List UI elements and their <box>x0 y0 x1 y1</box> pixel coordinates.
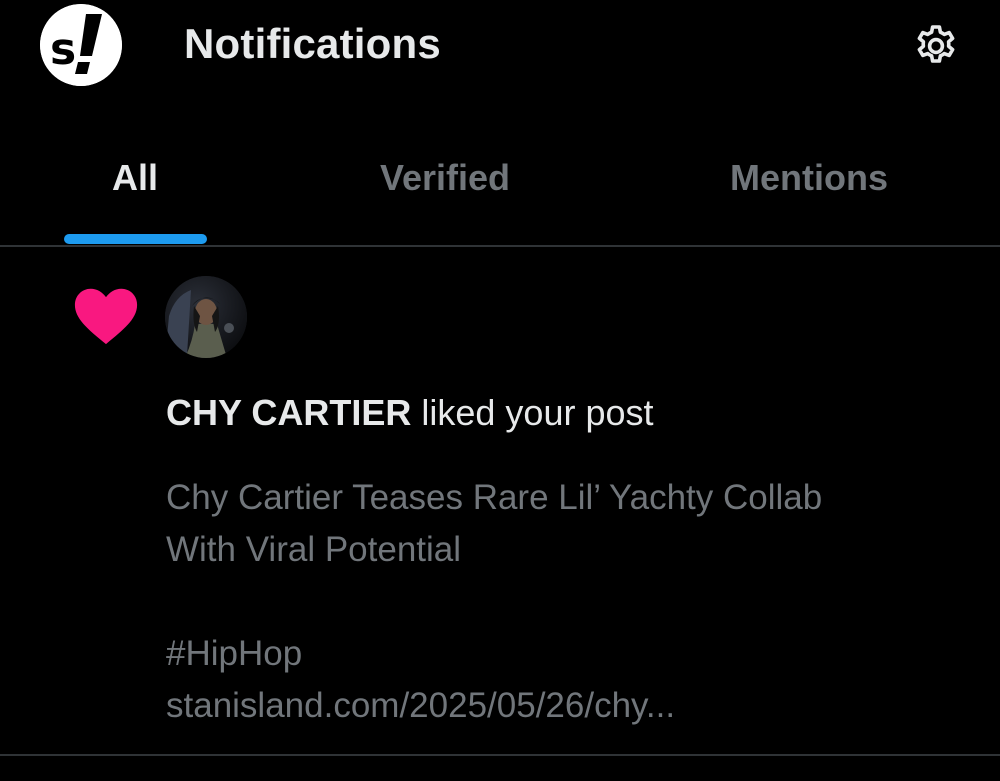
tab-mentions[interactable]: Mentions <box>730 156 888 200</box>
notification-text: CHY CARTIER liked your post <box>166 390 654 436</box>
tabs-divider <box>0 245 1000 247</box>
active-tab-indicator <box>64 234 207 244</box>
post-preview[interactable]: Chy Cartier Teases Rare Lil’ Yachty Coll… <box>166 472 956 732</box>
tab-all[interactable]: All <box>112 156 158 200</box>
post-text-line: With Viral Potential <box>166 530 462 569</box>
notification-divider <box>0 754 1000 756</box>
heart-icon <box>73 286 139 346</box>
notification-action: liked your post <box>421 392 654 433</box>
notification-item[interactable]: CHY CARTIER liked your post Chy Cartier … <box>0 248 1000 754</box>
tab-verified[interactable]: Verified <box>380 156 510 200</box>
svg-text:s: s <box>50 24 76 75</box>
gear-icon[interactable] <box>912 22 960 70</box>
avatar[interactable] <box>165 276 247 358</box>
post-spacer <box>166 576 956 628</box>
post-text-line: Chy Cartier Teases Rare Lil’ Yachty Coll… <box>166 478 823 517</box>
user-name[interactable]: CHY CARTIER <box>166 392 411 433</box>
top-app-bar: s Notifications <box>0 0 1000 92</box>
post-link[interactable]: stanisland.com/2025/05/26/chy... <box>166 680 956 732</box>
post-hashtag[interactable]: #HipHop <box>166 628 956 680</box>
stanisland-logo-icon[interactable]: s <box>40 4 122 86</box>
page-title: Notifications <box>184 20 441 67</box>
notification-tabs: All Verified Mentions <box>0 140 1000 246</box>
